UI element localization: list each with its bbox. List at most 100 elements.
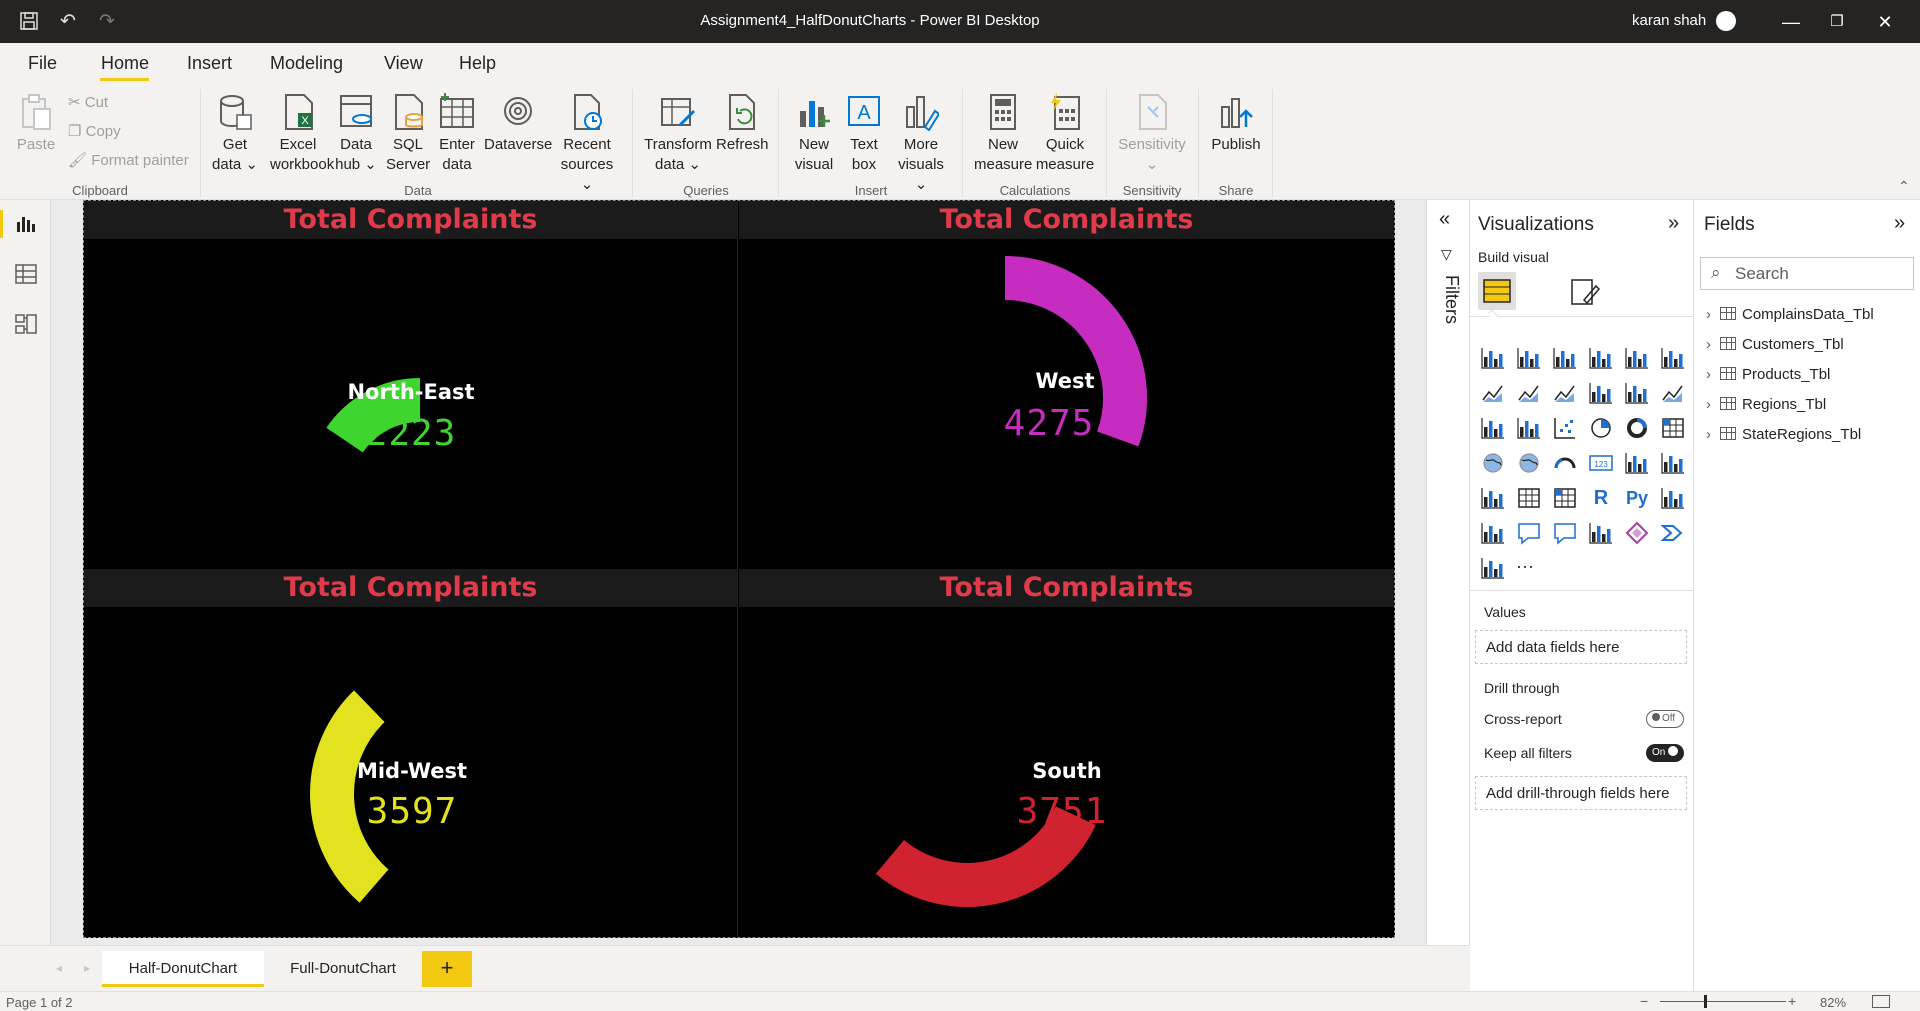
sensitivity-button[interactable]: Sensitivity ⌄	[1114, 93, 1190, 175]
half-donut-visual-north-east[interactable]: Total Complaints North-East 2223	[84, 201, 738, 569]
collapse-visualizations-icon[interactable]: »	[1668, 212, 1679, 235]
ribbon-chart-icon[interactable]	[1660, 380, 1686, 406]
fields-search-input[interactable]: ⌕ Search	[1700, 257, 1914, 290]
fit-to-page-icon[interactable]	[1872, 995, 1890, 1008]
get-more-visuals-icon[interactable]	[1480, 555, 1506, 581]
menu-help[interactable]: Help	[459, 53, 496, 74]
dataverse-button[interactable]: Dataverse	[484, 93, 552, 155]
scroll-tabs-left-icon[interactable]: ◂	[56, 961, 62, 975]
collapse-ribbon-icon[interactable]: ⌃	[1898, 178, 1910, 195]
matrix-icon[interactable]	[1552, 485, 1578, 511]
sql-server-button[interactable]: SQL Server	[386, 93, 430, 175]
restore-button[interactable]: ❐	[1814, 8, 1860, 36]
data-view-icon[interactable]	[14, 262, 38, 286]
build-visual-tab[interactable]	[1478, 272, 1516, 310]
power-apps-icon[interactable]	[1624, 520, 1650, 546]
menu-home[interactable]: Home	[101, 53, 149, 74]
copy-button[interactable]: ❐ Copy	[68, 122, 121, 140]
zoom-out-icon[interactable]: −	[1640, 993, 1648, 1009]
clustered-bar-chart-icon[interactable]	[1552, 345, 1578, 371]
line-stacked-column-icon[interactable]	[1624, 380, 1650, 406]
python-visual-icon[interactable]: Py	[1624, 485, 1650, 511]
quick-measure-button[interactable]: Quick measure	[1034, 93, 1096, 175]
smart-narrative-icon[interactable]	[1552, 520, 1578, 546]
refresh-button[interactable]: Refresh	[716, 93, 769, 155]
transform-data-button[interactable]: Transform data ⌄	[644, 93, 712, 175]
report-view-icon[interactable]	[14, 212, 38, 236]
user-name[interactable]: karan shah	[1632, 12, 1706, 29]
scroll-tabs-right-icon[interactable]: ▸	[84, 961, 90, 975]
kpi-icon[interactable]	[1660, 450, 1686, 476]
stacked-area-chart-icon[interactable]	[1552, 380, 1578, 406]
get-data-button[interactable]: Get data ⌄	[210, 93, 260, 175]
excel-workbook-button[interactable]: X Excel workbook	[270, 93, 334, 175]
recent-sources-button[interactable]: Recent sources ⌄	[556, 93, 618, 195]
new-measure-button[interactable]: New measure	[974, 93, 1032, 175]
keep-filters-toggle[interactable]: On	[1646, 744, 1684, 762]
100-stacked-column-chart-icon[interactable]	[1660, 345, 1686, 371]
field-table-complainsdata[interactable]: › ComplainsData_Tbl	[1706, 306, 1874, 323]
field-table-stateregions[interactable]: › StateRegions_Tbl	[1706, 426, 1861, 443]
scatter-chart-icon[interactable]	[1552, 415, 1578, 441]
menu-modeling[interactable]: Modeling	[270, 53, 343, 74]
stacked-bar-chart-icon[interactable]	[1480, 345, 1506, 371]
collapse-fields-icon[interactable]: »	[1894, 212, 1905, 235]
line-clustered-column-icon[interactable]	[1588, 380, 1614, 406]
clustered-column-chart-icon[interactable]	[1588, 345, 1614, 371]
field-table-products[interactable]: › Products_Tbl	[1706, 366, 1830, 383]
filled-map-icon[interactable]	[1516, 450, 1542, 476]
half-donut-visual-west[interactable]: Total Complaints West 4275	[739, 201, 1394, 569]
gauge-icon[interactable]	[1552, 450, 1578, 476]
r-visual-icon[interactable]: R	[1588, 485, 1614, 511]
format-painter-button[interactable]: 🖌 Format painter	[68, 151, 189, 169]
card-icon[interactable]: 123	[1588, 450, 1614, 476]
field-table-regions[interactable]: › Regions_Tbl	[1706, 396, 1826, 413]
field-table-customers[interactable]: › Customers_Tbl	[1706, 336, 1844, 353]
paste-button[interactable]: Paste	[14, 93, 58, 155]
waterfall-chart-icon[interactable]	[1480, 415, 1506, 441]
add-page-button[interactable]: +	[422, 951, 472, 987]
drill-through-drop-zone[interactable]: Add drill-through fields here	[1475, 776, 1687, 810]
paginated-report-icon[interactable]	[1588, 520, 1614, 546]
more-options-icon[interactable]: ···	[1516, 555, 1542, 581]
expand-filters-icon[interactable]: «	[1439, 208, 1450, 231]
stacked-column-chart-icon[interactable]	[1516, 345, 1542, 371]
zoom-in-icon[interactable]: +	[1788, 993, 1796, 1009]
area-chart-icon[interactable]	[1516, 380, 1542, 406]
slicer-icon[interactable]	[1480, 485, 1506, 511]
model-view-icon[interactable]	[14, 312, 38, 336]
tab-half-donutchart[interactable]: Half-DonutChart	[102, 951, 264, 987]
decomposition-tree-icon[interactable]	[1480, 520, 1506, 546]
enter-data-button[interactable]: Enter data	[436, 93, 478, 175]
text-box-button[interactable]: A Text box	[842, 93, 886, 175]
format-visual-tab[interactable]	[1566, 272, 1604, 310]
values-drop-zone[interactable]: Add data fields here	[1475, 630, 1687, 664]
more-visuals-button[interactable]: More visuals ⌄	[890, 93, 952, 195]
half-donut-visual-south[interactable]: Total Complaints South 3751	[739, 569, 1394, 937]
qa-icon[interactable]	[1516, 520, 1542, 546]
donut-chart-icon[interactable]	[1624, 415, 1650, 441]
tab-full-donutchart[interactable]: Full-DonutChart	[264, 951, 422, 987]
publish-button[interactable]: Publish	[1206, 93, 1266, 155]
cross-report-toggle[interactable]: Off	[1646, 710, 1684, 728]
new-visual-button[interactable]: New visual	[790, 93, 838, 175]
close-button[interactable]: ✕	[1862, 8, 1908, 36]
data-hub-button[interactable]: Data hub ⌄	[334, 93, 378, 175]
avatar[interactable]	[1716, 11, 1736, 31]
funnel-chart-icon[interactable]	[1516, 415, 1542, 441]
key-influencers-icon[interactable]	[1660, 485, 1686, 511]
multi-row-card-icon[interactable]	[1624, 450, 1650, 476]
line-chart-icon[interactable]	[1480, 380, 1506, 406]
100-stacked-bar-chart-icon[interactable]	[1624, 345, 1650, 371]
cut-button[interactable]: ✂ Cut	[68, 93, 108, 111]
treemap-icon[interactable]	[1660, 415, 1686, 441]
map-icon[interactable]	[1480, 450, 1506, 476]
report-canvas[interactable]: Total Complaints North-East 2223 Total C…	[83, 200, 1395, 938]
menu-view[interactable]: View	[384, 53, 423, 74]
menu-file[interactable]: File	[28, 53, 57, 74]
zoom-slider-thumb[interactable]	[1704, 995, 1707, 1008]
zoom-slider[interactable]	[1660, 1001, 1786, 1002]
menu-insert[interactable]: Insert	[187, 53, 232, 74]
half-donut-visual-mid-west[interactable]: Total Complaints Mid-West 3597	[84, 569, 738, 937]
minimize-button[interactable]: —	[1768, 8, 1814, 36]
